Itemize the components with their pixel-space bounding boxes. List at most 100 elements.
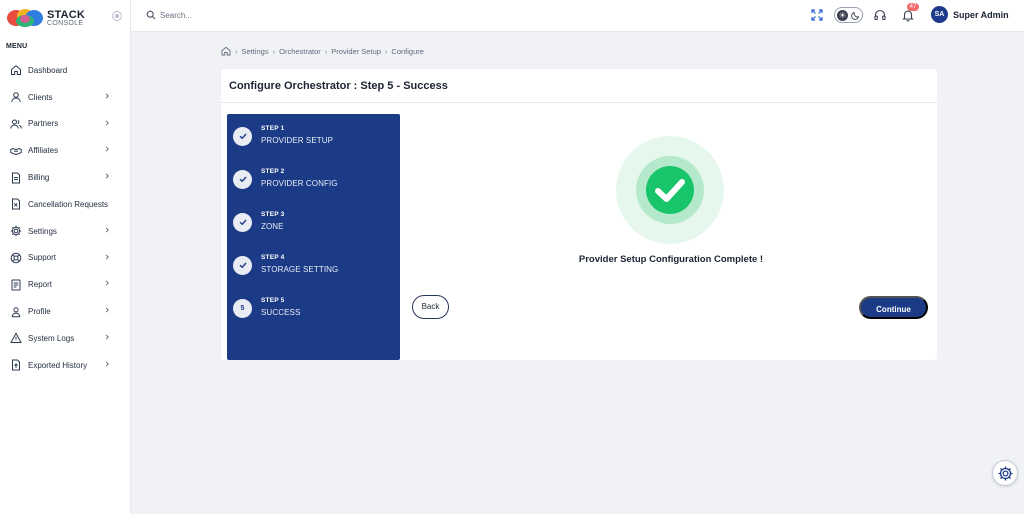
gear-icon bbox=[10, 225, 22, 237]
step-number: STEP 2 bbox=[261, 168, 285, 175]
breadcrumb-separator: › bbox=[384, 46, 388, 56]
step-marker: 5 bbox=[233, 299, 252, 318]
chevron-right-icon bbox=[105, 361, 109, 367]
step-name: PROVIDER SETUP bbox=[261, 136, 334, 145]
sidebar-item-dashboard[interactable]: Dashboard bbox=[0, 57, 130, 84]
check-icon bbox=[233, 127, 252, 146]
sidebar-item-profile[interactable]: Profile bbox=[0, 298, 130, 325]
cancel-doc-icon bbox=[12, 198, 20, 210]
success-check-icon bbox=[616, 136, 724, 244]
headset-icon[interactable] bbox=[873, 8, 887, 22]
sun-icon: ☀ bbox=[837, 10, 848, 21]
breadcrumb-item-orchestrator[interactable]: Orchestrator bbox=[279, 47, 321, 56]
home-icon[interactable] bbox=[221, 46, 231, 56]
chevron-right-icon bbox=[105, 93, 109, 99]
sidebar-item-system-logs[interactable]: System Logs bbox=[0, 325, 130, 352]
check-icon bbox=[233, 170, 252, 189]
avatar[interactable]: SA bbox=[931, 6, 948, 23]
step-1: STEP 1 PROVIDER SETUP bbox=[233, 125, 393, 155]
search-input[interactable]: Search... bbox=[160, 11, 192, 20]
step-3: STEP 3 ZONE bbox=[233, 211, 393, 241]
home-icon bbox=[11, 65, 21, 76]
chevron-right-icon bbox=[105, 146, 109, 152]
user-icon bbox=[11, 92, 21, 103]
sidebar-item-label: Support bbox=[28, 253, 57, 263]
user-name[interactable]: Super Admin bbox=[953, 10, 1009, 20]
sidebar-item-label: Dashboard bbox=[28, 65, 68, 75]
report-icon bbox=[11, 279, 21, 291]
menu-heading: MENU bbox=[6, 43, 28, 50]
check-icon bbox=[233, 213, 252, 232]
step-name: STORAGE SETTING bbox=[261, 265, 339, 274]
sidebar-collapse-icon[interactable] bbox=[112, 11, 122, 21]
warning-icon bbox=[10, 332, 22, 344]
sidebar-item-label: Clients bbox=[28, 92, 53, 102]
brand-subtitle: CONSOLE bbox=[47, 20, 84, 27]
chevron-right-icon bbox=[105, 307, 109, 313]
fullscreen-icon[interactable] bbox=[810, 8, 824, 22]
document-icon bbox=[12, 172, 20, 184]
sidebar-item-label: Cancellation Requests bbox=[28, 199, 109, 209]
chevron-right-icon bbox=[105, 120, 109, 126]
notification-badge: 47 bbox=[907, 3, 919, 11]
chevron-right-icon bbox=[105, 173, 109, 179]
sidebar-item-support[interactable]: Support bbox=[0, 245, 130, 272]
breadcrumb-separator: › bbox=[272, 46, 276, 56]
breadcrumb-item-configure: Configure bbox=[391, 46, 424, 56]
sidebar-item-label: System Logs bbox=[28, 333, 75, 343]
breadcrumb-separator: › bbox=[324, 46, 328, 56]
step-2: STEP 2 PROVIDER CONFIG bbox=[233, 168, 393, 198]
breadcrumb: › Settings › Orchestrator › Provider Set… bbox=[221, 45, 424, 57]
sidebar-item-clients[interactable]: Clients bbox=[0, 84, 130, 111]
brand-logo-mark bbox=[7, 9, 43, 27]
top-bar: Search... ☀ 47 SA Super Admin bbox=[131, 0, 1024, 32]
sidebar-item-report[interactable]: Report bbox=[0, 271, 130, 298]
back-button[interactable]: Back bbox=[412, 295, 449, 319]
sidebar-item-label: Settings bbox=[28, 226, 57, 236]
sidebar-item-affiliates[interactable]: Affiliates bbox=[0, 137, 130, 164]
step-name: SUCCESS bbox=[261, 308, 301, 317]
page-title: Configure Orchestrator : Step 5 - Succes… bbox=[229, 80, 448, 92]
export-icon bbox=[12, 359, 20, 371]
step-number: STEP 1 bbox=[261, 125, 285, 132]
sidebar-item-billing[interactable]: Billing bbox=[0, 164, 130, 191]
sidebar: STACK CONSOLE MENU Dashboard Clients Par… bbox=[0, 0, 131, 514]
sidebar-item-settings[interactable]: Settings bbox=[0, 218, 130, 245]
breadcrumb-separator: › bbox=[235, 46, 238, 56]
sidebar-item-partners[interactable]: Partners bbox=[0, 111, 130, 138]
profile-icon bbox=[11, 306, 21, 317]
search-box[interactable]: Search... bbox=[146, 8, 192, 22]
step-name: PROVIDER CONFIG bbox=[261, 179, 338, 188]
step-name: ZONE bbox=[261, 222, 284, 231]
configure-card: Configure Orchestrator : Step 5 - Succes… bbox=[221, 69, 937, 360]
step-number: STEP 5 bbox=[261, 297, 285, 304]
breadcrumb-item-provider-setup[interactable]: Provider Setup bbox=[331, 47, 381, 56]
chevron-right-icon bbox=[105, 254, 109, 260]
sidebar-item-label: Exported History bbox=[28, 360, 88, 370]
chevron-right-icon bbox=[105, 227, 109, 233]
check-icon bbox=[233, 256, 252, 275]
sidebar-item-cancellation-requests[interactable]: Cancellation Requests bbox=[0, 191, 130, 218]
users-icon bbox=[10, 119, 22, 129]
step-number: STEP 4 bbox=[261, 254, 285, 261]
brand-logo[interactable]: STACK CONSOLE bbox=[6, 7, 106, 29]
step-4: STEP 4 STORAGE SETTING bbox=[233, 254, 393, 284]
sidebar-item-label: Profile bbox=[28, 307, 51, 317]
chevron-right-icon bbox=[105, 334, 109, 340]
chevron-right-icon bbox=[105, 280, 109, 286]
theme-toggle[interactable]: ☀ bbox=[834, 7, 863, 23]
sidebar-item-label: Billing bbox=[28, 173, 50, 183]
sidebar-item-label: Affiliates bbox=[28, 146, 59, 156]
floating-settings-button[interactable] bbox=[992, 460, 1018, 486]
continue-button[interactable]: Continue bbox=[859, 296, 928, 319]
step-number: STEP 3 bbox=[261, 211, 285, 218]
sidebar-item-label: Partners bbox=[28, 119, 59, 129]
moon-icon bbox=[851, 11, 860, 20]
gear-icon bbox=[998, 466, 1013, 481]
sidebar-nav: Dashboard Clients Partners Affiliates Bi… bbox=[0, 57, 130, 379]
step-5: 5 STEP 5 SUCCESS bbox=[233, 297, 393, 327]
breadcrumb-item-settings[interactable]: Settings bbox=[242, 47, 269, 56]
handshake-icon bbox=[10, 147, 22, 155]
sidebar-item-exported-history[interactable]: Exported History bbox=[0, 352, 130, 379]
divider bbox=[221, 102, 937, 103]
